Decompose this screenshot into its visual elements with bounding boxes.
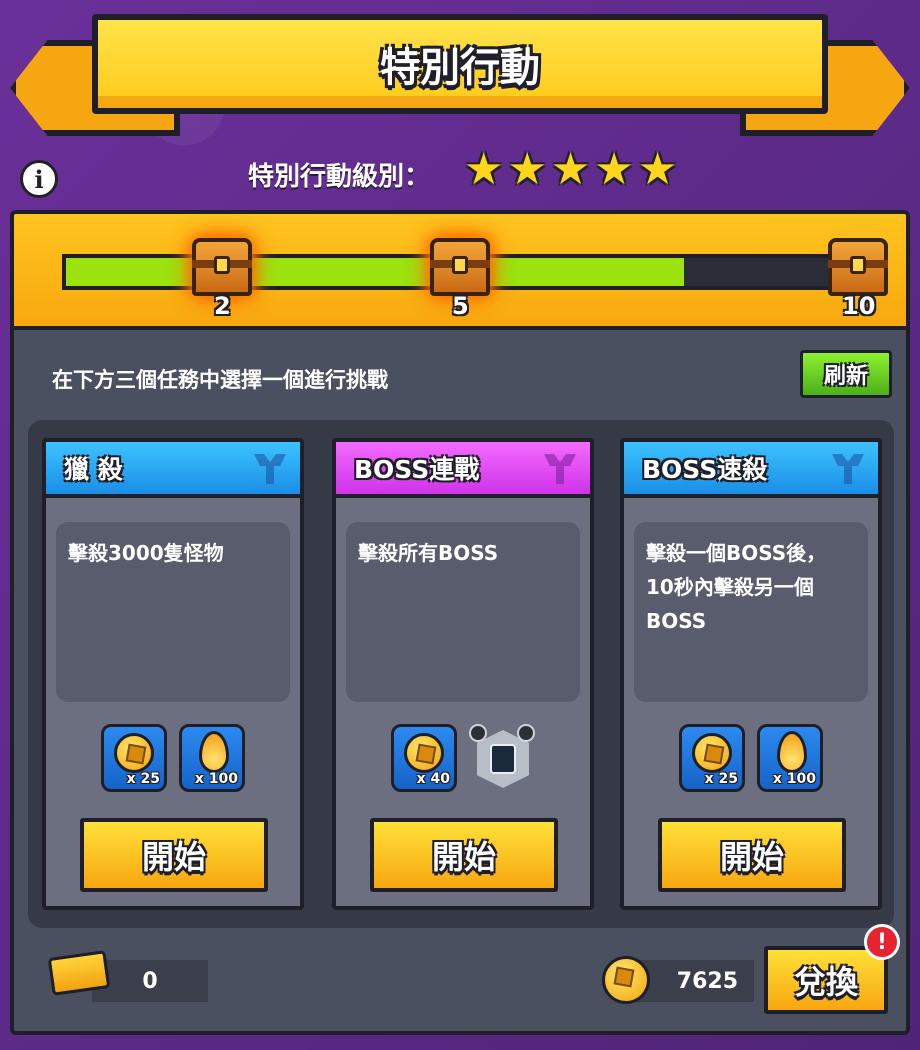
card-description: 擊殺一個BOSS後， 10秒內擊殺另一個 BOSS — [646, 541, 827, 633]
card-header: 獵 殺 — [46, 442, 300, 498]
page-title: 特別行動 — [380, 45, 540, 91]
start-button[interactable]: 開始 — [80, 818, 268, 892]
reward-qty: x 100 — [772, 771, 816, 787]
reward-item[interactable]: x 100 — [757, 724, 823, 792]
reward-qty: x 25 — [704, 771, 738, 787]
milestone-label: 2 — [214, 292, 231, 320]
milestone-label: 5 — [452, 292, 469, 320]
reward-row: x 25 x 100 — [46, 724, 300, 792]
star-icon: ★ — [464, 144, 504, 195]
level-label: 特別行動級別： — [248, 162, 431, 192]
device-screen — [490, 744, 516, 774]
info-icon[interactable]: i — [20, 160, 58, 198]
card-title: BOSS速殺 — [642, 455, 768, 484]
reward-row: x 40 — [336, 724, 590, 792]
mission-card-boss-rush: BOSS連戰 擊殺所有BOSS x 40 開始 — [332, 438, 594, 910]
arrow-badge-icon — [469, 724, 487, 742]
milestone-label: 10 — [842, 292, 876, 320]
card-header: BOSS速殺 — [624, 442, 878, 498]
emblem-icon — [544, 454, 576, 484]
start-button[interactable]: 開始 — [658, 818, 846, 892]
progress-fill — [66, 258, 684, 286]
skull-badge-icon — [517, 724, 535, 742]
progress-area: 2 5 10 — [14, 214, 906, 330]
card-description: 擊殺3000隻怪物 — [68, 541, 224, 565]
reward-qty: x 25 — [126, 771, 160, 787]
card-title: BOSS連戰 — [354, 455, 480, 484]
reward-item[interactable]: x 100 — [179, 724, 245, 792]
start-button[interactable]: 開始 — [370, 818, 558, 892]
card-description-box: 擊殺所有BOSS — [346, 522, 580, 702]
star-icon: ★ — [594, 144, 634, 195]
card-header: BOSS連戰 — [336, 442, 590, 498]
card-description: 擊殺所有BOSS — [358, 541, 499, 565]
title-banner: 特別行動 — [92, 14, 828, 114]
reward-row: x 25 x 100 — [624, 724, 878, 792]
card-description-box: 擊殺3000隻怪物 — [56, 522, 290, 702]
emblem-icon — [832, 454, 864, 484]
star-icon: ★ — [550, 144, 591, 195]
card-title: 獵 殺 — [64, 455, 123, 484]
refresh-button[interactable]: 刷新 — [800, 350, 892, 398]
alert-badge: ! — [864, 924, 900, 960]
star-icon: ★ — [507, 144, 547, 195]
gold-coin-icon — [602, 956, 650, 1004]
reward-item[interactable]: x 25 — [101, 724, 167, 792]
mission-card-hunt: 獵 殺 擊殺3000隻怪物 x 25 x 100 開始 — [42, 438, 304, 910]
emblem-icon — [254, 454, 286, 484]
reward-item[interactable]: x 25 — [679, 724, 745, 792]
exchange-button[interactable]: 兌換 — [764, 946, 888, 1014]
chest-icon[interactable] — [430, 238, 490, 296]
reward-qty: x 40 — [416, 771, 450, 787]
ticket-icon — [47, 950, 111, 996]
level-stars: ★ ★ ★ ★ ★ — [464, 148, 677, 192]
reward-item[interactable]: x 40 — [391, 724, 457, 792]
instruction-text: 在下方三個任務中選擇一個進行挑戰 — [52, 368, 388, 392]
chest-icon[interactable] — [192, 238, 252, 296]
mission-panel: 2 5 10 在下方三個任務中選擇一個進行挑戰 刷新 獵 殺 擊殺3000隻怪物… — [10, 210, 910, 1035]
mission-card-boss-speed: BOSS速殺 擊殺一個BOSS後， 10秒內擊殺另一個 BOSS x 25 x … — [620, 438, 882, 910]
star-icon: ★ — [637, 144, 678, 195]
flame-icon — [777, 731, 807, 773]
gold-coin-icon — [404, 733, 444, 773]
reward-item[interactable] — [469, 724, 535, 792]
reward-qty: x 100 — [194, 771, 238, 787]
card-description-box: 擊殺一個BOSS後， 10秒內擊殺另一個 BOSS — [634, 522, 868, 702]
gold-coin-icon — [692, 733, 732, 773]
flame-icon — [199, 731, 229, 773]
gold-coin-icon — [114, 733, 154, 773]
chest-icon[interactable] — [828, 238, 888, 296]
